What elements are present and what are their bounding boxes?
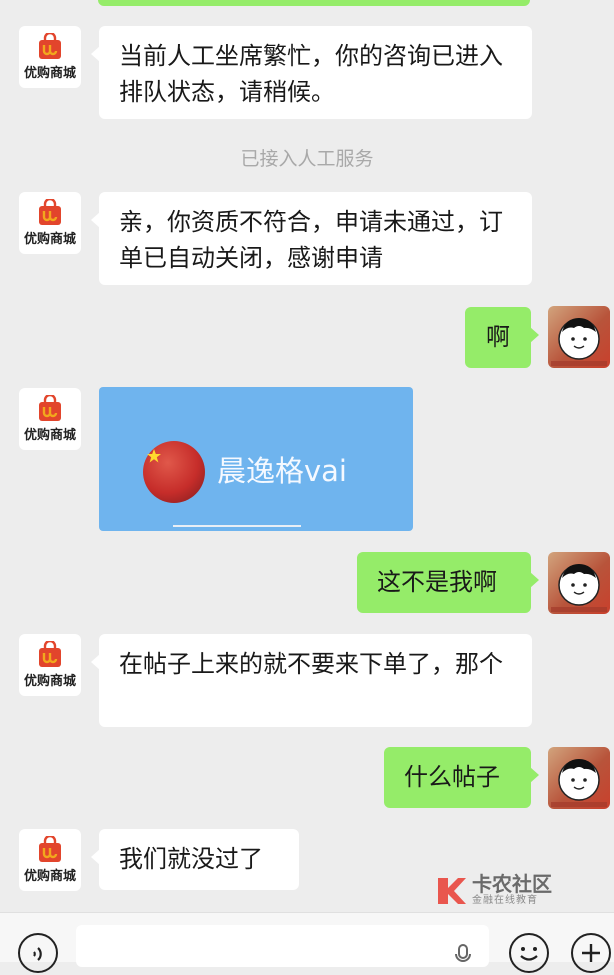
shop-avatar-label: 优购商城 xyxy=(23,428,76,443)
watermark: 卡农社区 金融在线教育 xyxy=(434,872,554,912)
message-bubble[interactable]: 亲，你资质不符合，申请未通过，订单已自动关闭，感谢申请 xyxy=(91,192,532,285)
voice-icon xyxy=(33,947,42,961)
shopping-bag-icon xyxy=(39,395,61,421)
image-caption: 晨逸格vai xyxy=(217,454,347,488)
star-icon xyxy=(147,449,161,463)
input-toolbar xyxy=(0,912,614,973)
image-divider xyxy=(173,525,301,527)
shopping-bag-icon xyxy=(39,836,61,862)
emoji-icon xyxy=(520,947,538,961)
shop-avatar[interactable]: 优购商城 xyxy=(19,634,81,696)
emoji-button[interactable] xyxy=(509,933,549,973)
message-bubble[interactable]: 什么帖子 xyxy=(384,747,539,808)
smiley-face-icon xyxy=(551,318,607,366)
shop-avatar-label: 优购商城 xyxy=(23,66,76,81)
plus-icon xyxy=(582,944,600,962)
watermark-subtitle: 金融在线教育 xyxy=(472,895,538,906)
watermark-title: 卡农社区 xyxy=(472,872,552,896)
more-button[interactable] xyxy=(571,933,611,973)
shopping-bag-icon xyxy=(39,199,61,225)
shop-avatar-label: 优购商城 xyxy=(23,674,76,689)
shop-avatar[interactable]: 优购商城 xyxy=(19,388,81,450)
shop-avatar[interactable]: 优购商城 xyxy=(19,192,81,254)
message-bubble[interactable]: 啊 xyxy=(465,307,539,368)
message-bubble[interactable]: 在帖子上来的就不要来下单了，那个 xyxy=(91,634,532,727)
message-text: 当前人工坐席繁忙，你的咨询已进入排队状态，请稍候。 xyxy=(119,42,503,106)
previous-user-bubble xyxy=(98,0,530,6)
shopping-bag-icon xyxy=(39,33,61,59)
message-text: 这不是我啊 xyxy=(377,568,497,596)
message-text: 什么帖子 xyxy=(404,763,500,791)
message-text: 在帖子上来的就不要来下单了，那个 xyxy=(119,650,503,678)
message-bubble[interactable]: 这不是我啊 xyxy=(357,552,539,613)
shop-avatar-label: 优购商城 xyxy=(23,232,76,247)
message-text: 我们就没过了 xyxy=(119,845,263,873)
system-notice: 已接入人工服务 xyxy=(240,148,374,170)
message-bubble[interactable]: 当前人工坐席繁忙，你的咨询已进入排队状态，请稍候。 xyxy=(91,26,532,119)
shop-avatar[interactable]: 优购商城 xyxy=(19,829,81,891)
image-message[interactable]: 晨逸格vai xyxy=(99,387,413,531)
message-text: 啊 xyxy=(486,323,510,351)
microphone-icon[interactable] xyxy=(454,943,472,967)
shop-avatar-label: 优购商城 xyxy=(23,869,76,884)
shop-avatar[interactable]: 优购商城 xyxy=(19,26,81,88)
message-text: 亲，你资质不符合，申请未通过，订单已自动关闭，感谢申请 xyxy=(119,208,503,272)
shopping-bag-icon xyxy=(39,641,61,667)
smiley-face-icon xyxy=(551,759,607,807)
message-bubble[interactable]: 我们就没过了 xyxy=(91,829,299,890)
smiley-face-icon xyxy=(551,564,607,612)
user-avatar[interactable] xyxy=(548,747,610,809)
user-avatar[interactable] xyxy=(548,306,610,368)
kanong-logo-icon xyxy=(438,878,466,904)
user-avatar[interactable] xyxy=(548,552,610,614)
voice-button[interactable] xyxy=(18,933,58,973)
